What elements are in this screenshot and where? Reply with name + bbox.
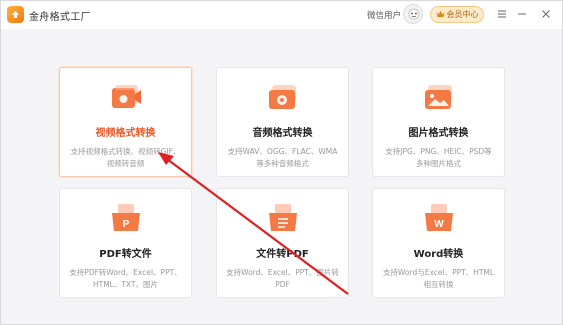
card-title: 图片格式转换 (408, 128, 469, 139)
title-bar: 金舟格式工厂 微信用户 会员中心 (1, 1, 562, 29)
file-to-pdf-icon (266, 203, 300, 233)
card-description: 支持Word与Excel、PPT、HTML相互转换 (382, 268, 495, 289)
vip-center-label: 会员中心 (446, 10, 479, 19)
image-icon (422, 82, 456, 112)
card-video-convert[interactable]: 视频格式转换 支持视频格式转换、视频转GIF、视频转音频 (59, 67, 192, 177)
vip-center-button[interactable]: 会员中心 (430, 6, 484, 23)
crown-icon (436, 10, 445, 20)
video-icon (109, 82, 143, 112)
card-description: 支持JPG、PNG、HEIC、PSD等多种图片格式 (385, 147, 492, 168)
word-icon: W (422, 203, 456, 233)
card-description: 支持Word、Excel、PPT、图片转PDF (226, 268, 339, 289)
minimize-icon[interactable] (515, 7, 529, 21)
card-audio-convert[interactable]: 音频格式转换 支持WAV、OGG、FLAC、WMA等多种音频格式 (216, 67, 349, 177)
app-title: 金舟格式工厂 (29, 12, 91, 23)
app-window: 金舟格式工厂 微信用户 会员中心 视频格式转换 支持视频格式转换、视频转GIF、… (0, 0, 563, 325)
menu-icon[interactable] (495, 7, 509, 21)
pdf-icon: P (109, 203, 143, 233)
card-description: 支持视频格式转换、视频转GIF、视频转音频 (70, 147, 181, 168)
avatar[interactable] (403, 4, 423, 24)
card-title: 视频格式转换 (95, 128, 156, 139)
card-file-to-pdf[interactable]: 文件转PDF 支持Word、Excel、PPT、图片转PDF (216, 188, 349, 298)
card-description: 支持WAV、OGG、FLAC、WMA等多种音频格式 (227, 147, 338, 168)
close-icon[interactable] (539, 7, 553, 21)
card-word-convert[interactable]: W Word转换 支持Word与Excel、PPT、HTML相互转换 (372, 188, 505, 298)
card-pdf-to-file[interactable]: P PDF转文件 支持PDF转Word、Excel、PPT、HTML、TXT、图… (59, 188, 192, 298)
card-title: 文件转PDF (256, 249, 309, 260)
svg-text:W: W (434, 219, 444, 230)
card-description: 支持PDF转Word、Excel、PPT、HTML、TXT、图片 (69, 268, 182, 289)
user-name[interactable]: 微信用户 (367, 9, 401, 21)
card-title: 音频格式转换 (252, 128, 313, 139)
app-logo-icon (7, 6, 24, 23)
svg-text:P: P (123, 219, 130, 230)
card-image-convert[interactable]: 图片格式转换 支持JPG、PNG、HEIC、PSD等多种图片格式 (372, 67, 505, 177)
audio-icon (266, 82, 300, 112)
card-title: Word转换 (413, 249, 464, 260)
card-title: PDF转文件 (99, 249, 152, 260)
